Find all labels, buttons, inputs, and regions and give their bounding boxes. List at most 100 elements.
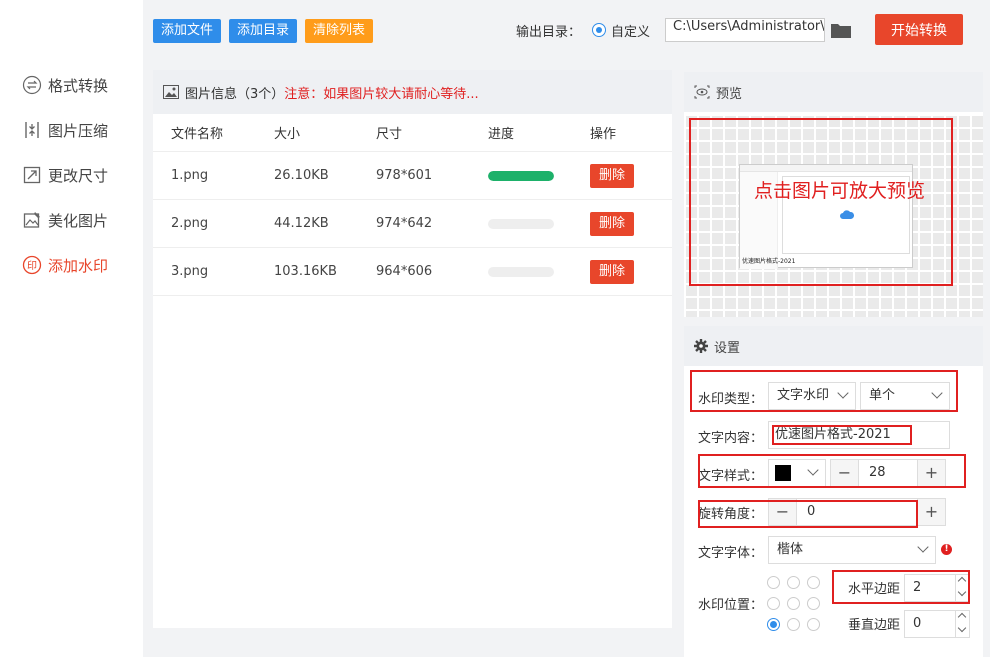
start-convert-button[interactable]: 开始转换	[875, 14, 963, 45]
text-color-picker[interactable]	[768, 459, 826, 487]
position-radio-top-right[interactable]	[807, 576, 820, 589]
progress-bar	[488, 267, 554, 277]
sidebar-item-label: 添加水印	[48, 256, 109, 275]
chevron-down-icon	[917, 541, 929, 553]
file-panel-title: 图片信息（3个）	[185, 86, 285, 102]
output-dir-label: 输出目录：	[516, 25, 582, 40]
sidebar-item-watermark[interactable]: 印 添加水印	[22, 253, 108, 277]
increment-button[interactable]: +	[917, 460, 945, 486]
text-content-label: 文字内容：	[698, 431, 764, 446]
decrement-button[interactable]: −	[769, 499, 797, 525]
sidebar: 格式转换 图片压缩 更改尺寸 美化图片 印 添加水印	[0, 0, 143, 657]
compress-icon	[22, 120, 42, 140]
custom-output-radio[interactable]	[592, 23, 606, 37]
preview-title: 预览	[716, 86, 743, 102]
file-panel-header: 图片信息（3个） 注意：如果图片较大请耐心等待...	[153, 70, 672, 114]
warning-icon: !	[941, 544, 952, 555]
sidebar-item-compress[interactable]: 图片压缩	[22, 118, 108, 142]
cloud-icon	[840, 209, 855, 219]
preview-hint: 点击图片可放大预览	[754, 180, 926, 202]
file-size: 26.10KB	[274, 168, 329, 183]
rotation-value: 0	[807, 504, 816, 519]
beautify-icon	[22, 210, 42, 230]
watermark-type-select[interactable]: 文字水印	[768, 382, 856, 410]
file-size: 103.16KB	[274, 264, 337, 279]
delete-button[interactable]: 删除	[590, 164, 634, 188]
progress-bar	[488, 219, 554, 229]
decrement-button[interactable]: −	[831, 460, 859, 486]
gear-icon	[694, 339, 708, 353]
text-style-label: 文字样式：	[698, 469, 764, 484]
increment-button[interactable]: +	[917, 499, 945, 525]
chevron-down-icon	[931, 387, 943, 399]
horizontal-margin-label: 水平边距	[848, 582, 901, 597]
rotation-label: 旋转角度：	[698, 507, 764, 522]
clear-list-button[interactable]: 清除列表	[305, 19, 374, 43]
toolbar: 添加文件 添加目录 清除列表 输出目录： 自定义 C:\Users\Admini…	[143, 0, 990, 62]
vertical-margin-value: 0	[913, 616, 922, 631]
rotation-stepper[interactable]: − 0 +	[768, 498, 946, 526]
sidebar-item-beautify[interactable]: 美化图片	[22, 208, 108, 232]
position-radio-bottom-left[interactable]	[767, 618, 780, 631]
horizontal-margin-value: 2	[913, 580, 922, 595]
position-radio-bottom-right[interactable]	[807, 618, 820, 631]
watermark-mode-select[interactable]: 单个	[860, 382, 950, 410]
font-family-label: 文字字体：	[698, 546, 764, 561]
font-size-stepper[interactable]: − 28 +	[830, 459, 946, 487]
file-table-header: 文件名称 大小 尺寸 进度 操作	[153, 114, 672, 152]
table-row: 2.png 44.12KB 974*642 删除	[153, 200, 672, 248]
col-progress: 进度	[488, 127, 515, 142]
thumbnail-watermark: 优速图片格式-2021	[742, 258, 796, 265]
watermark-icon: 印	[22, 255, 42, 275]
table-row: 3.png 103.16KB 964*606 删除	[153, 248, 672, 296]
add-directory-button[interactable]: 添加目录	[229, 19, 298, 43]
watermark-type-label: 水印类型：	[698, 392, 764, 407]
sidebar-item-format-convert[interactable]: 格式转换	[22, 73, 108, 97]
folder-icon[interactable]	[831, 22, 851, 38]
sidebar-item-resize[interactable]: 更改尺寸	[22, 163, 108, 187]
format-convert-icon	[22, 75, 42, 95]
settings-header: 设置	[684, 326, 983, 366]
preview-canvas[interactable]: 优速图片格式-2021 点击图片可放大预览	[684, 114, 983, 317]
col-name: 文件名称	[171, 127, 224, 142]
sidebar-item-label: 更改尺寸	[48, 166, 109, 185]
horizontal-margin-input[interactable]: 2	[904, 574, 970, 602]
font-size-value: 28	[869, 465, 886, 480]
delete-button[interactable]: 删除	[590, 212, 634, 236]
chevron-down-icon	[837, 387, 849, 399]
col-size: 大小	[274, 127, 301, 142]
file-dims: 978*601	[376, 168, 433, 183]
chevron-down-icon	[807, 464, 819, 476]
file-list-panel: 图片信息（3个） 注意：如果图片较大请耐心等待... 文件名称 大小 尺寸 进度…	[153, 70, 672, 628]
font-family-select[interactable]: 楷体	[768, 536, 936, 564]
position-radio-top-left[interactable]	[767, 576, 780, 589]
position-radio-middle-center[interactable]	[787, 597, 800, 610]
col-action: 操作	[590, 127, 617, 142]
sidebar-item-label: 美化图片	[48, 211, 109, 230]
spin-arrows[interactable]	[955, 575, 969, 601]
position-radio-bottom-center[interactable]	[787, 618, 800, 631]
position-radio-top-center[interactable]	[787, 576, 800, 589]
file-dims: 964*606	[376, 264, 433, 279]
text-color-swatch	[775, 465, 791, 481]
text-content-input[interactable]: 优速图片格式-2021	[768, 421, 950, 449]
add-file-button[interactable]: 添加文件	[153, 19, 222, 43]
position-radio-middle-left[interactable]	[767, 597, 780, 610]
table-row: 1.png 26.10KB 978*601 删除	[153, 152, 672, 200]
file-size: 44.12KB	[274, 216, 329, 231]
file-name: 1.png	[171, 168, 209, 183]
preview-panel: 预览 优速图片格式-2021 点击图片可放大预览	[684, 72, 983, 317]
sidebar-item-label: 图片压缩	[48, 121, 109, 140]
col-dims: 尺寸	[376, 127, 403, 142]
watermark-mode-value: 单个	[869, 388, 896, 403]
file-panel-note: 注意：如果图片较大请耐心等待...	[284, 86, 479, 102]
position-radio-middle-right[interactable]	[807, 597, 820, 610]
preview-header: 预览	[684, 72, 983, 112]
preview-icon	[694, 85, 710, 99]
sidebar-item-label: 格式转换	[48, 76, 109, 95]
vertical-margin-input[interactable]: 0	[904, 610, 970, 638]
delete-button[interactable]: 删除	[590, 260, 634, 284]
output-path-input[interactable]: C:\Users\Administrator\	[665, 18, 825, 42]
spin-arrows[interactable]	[955, 611, 969, 637]
file-dims: 974*642	[376, 216, 433, 231]
